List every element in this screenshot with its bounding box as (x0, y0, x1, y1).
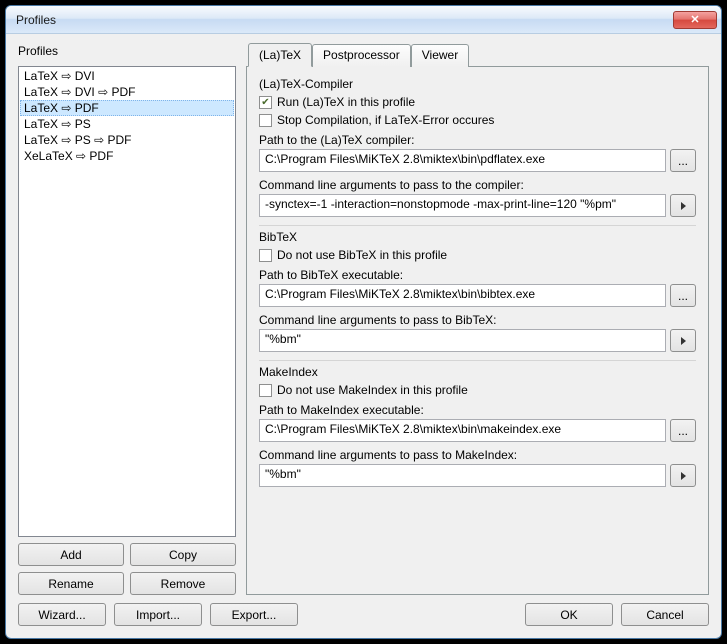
makeindex-args-menu-button[interactable] (670, 464, 696, 487)
divider (259, 360, 696, 361)
bibtex-args-menu-button[interactable] (670, 329, 696, 352)
stop-on-error-checkbox[interactable] (259, 114, 272, 127)
bibtex-path-label: Path to BibTeX executable: (259, 268, 696, 282)
profiles-dialog: Profiles ✕ Profiles LaTeX ⇨ DVILaTeX ⇨ D… (5, 5, 722, 639)
tab-postprocessor[interactable]: Postprocessor (312, 44, 411, 67)
rename-button[interactable]: Rename (18, 572, 124, 595)
latex-args-label: Command line arguments to pass to the co… (259, 178, 696, 192)
export-button[interactable]: Export... (210, 603, 298, 626)
dialog-body: Profiles LaTeX ⇨ DVILaTeX ⇨ DVI ⇨ PDFLaT… (6, 34, 721, 638)
profiles-panel: Profiles LaTeX ⇨ DVILaTeX ⇨ DVI ⇨ PDFLaT… (18, 44, 236, 595)
list-item[interactable]: LaTeX ⇨ DVI ⇨ PDF (20, 84, 234, 100)
chevron-right-icon (681, 337, 686, 345)
bibtex-path-input[interactable]: C:\Program Files\MiKTeX 2.8\miktex\bin\b… (259, 284, 666, 307)
latex-args-input[interactable]: -synctex=-1 -interaction=nonstopmode -ma… (259, 194, 666, 217)
latex-section-title: (La)TeX-Compiler (259, 77, 696, 91)
import-button[interactable]: Import... (114, 603, 202, 626)
makeindex-args-input[interactable]: "%bm" (259, 464, 666, 487)
ok-button[interactable]: OK (525, 603, 613, 626)
skip-makeindex-label: Do not use MakeIndex in this profile (277, 383, 468, 397)
bibtex-path-browse-button[interactable]: ... (670, 284, 696, 307)
chevron-right-icon (681, 202, 686, 210)
makeindex-path-input[interactable]: C:\Program Files\MiKTeX 2.8\miktex\bin\m… (259, 419, 666, 442)
bibtex-args-input[interactable]: "%bm" (259, 329, 666, 352)
profiles-listbox[interactable]: LaTeX ⇨ DVILaTeX ⇨ DVI ⇨ PDFLaTeX ⇨ PDFL… (18, 66, 236, 537)
latex-path-browse-button[interactable]: ... (670, 149, 696, 172)
run-latex-label: Run (La)TeX in this profile (277, 95, 415, 109)
remove-button[interactable]: Remove (130, 572, 236, 595)
tab-viewer[interactable]: Viewer (411, 44, 469, 67)
profiles-label: Profiles (18, 44, 236, 58)
stop-on-error-label: Stop Compilation, if LaTeX-Error occures (277, 113, 494, 127)
window-title: Profiles (16, 13, 671, 27)
titlebar: Profiles ✕ (6, 6, 721, 34)
close-button[interactable]: ✕ (673, 11, 717, 29)
list-item[interactable]: LaTeX ⇨ PS ⇨ PDF (20, 132, 234, 148)
divider (259, 225, 696, 226)
list-item[interactable]: LaTeX ⇨ PDF (20, 100, 234, 116)
list-item[interactable]: LaTeX ⇨ DVI (20, 68, 234, 84)
makeindex-path-label: Path to MakeIndex executable: (259, 403, 696, 417)
skip-makeindex-checkbox[interactable] (259, 384, 272, 397)
cancel-button[interactable]: Cancel (621, 603, 709, 626)
makeindex-section-title: MakeIndex (259, 365, 696, 379)
tab-content: (La)TeX-Compiler ✔ Run (La)TeX in this p… (246, 66, 709, 595)
list-item[interactable]: LaTeX ⇨ PS (20, 116, 234, 132)
makeindex-path-browse-button[interactable]: ... (670, 419, 696, 442)
latex-path-input[interactable]: C:\Program Files\MiKTeX 2.8\miktex\bin\p… (259, 149, 666, 172)
makeindex-args-label: Command line arguments to pass to MakeIn… (259, 448, 696, 462)
copy-button[interactable]: Copy (130, 543, 236, 566)
tab-bar: (La)TeX Postprocessor Viewer (246, 44, 709, 67)
skip-bibtex-checkbox[interactable] (259, 249, 272, 262)
latex-args-menu-button[interactable] (670, 194, 696, 217)
list-item[interactable]: XeLaTeX ⇨ PDF (20, 148, 234, 164)
chevron-right-icon (681, 472, 686, 480)
add-button[interactable]: Add (18, 543, 124, 566)
bibtex-args-label: Command line arguments to pass to BibTeX… (259, 313, 696, 327)
bibtex-section-title: BibTeX (259, 230, 696, 244)
bottom-bar: Wizard... Import... Export... OK Cancel (18, 603, 709, 626)
wizard-button[interactable]: Wizard... (18, 603, 106, 626)
run-latex-checkbox[interactable]: ✔ (259, 96, 272, 109)
settings-panel: (La)TeX Postprocessor Viewer (La)TeX-Com… (246, 44, 709, 595)
skip-bibtex-label: Do not use BibTeX in this profile (277, 248, 447, 262)
latex-path-label: Path to the (La)TeX compiler: (259, 133, 696, 147)
tab-latex[interactable]: (La)TeX (248, 43, 312, 67)
